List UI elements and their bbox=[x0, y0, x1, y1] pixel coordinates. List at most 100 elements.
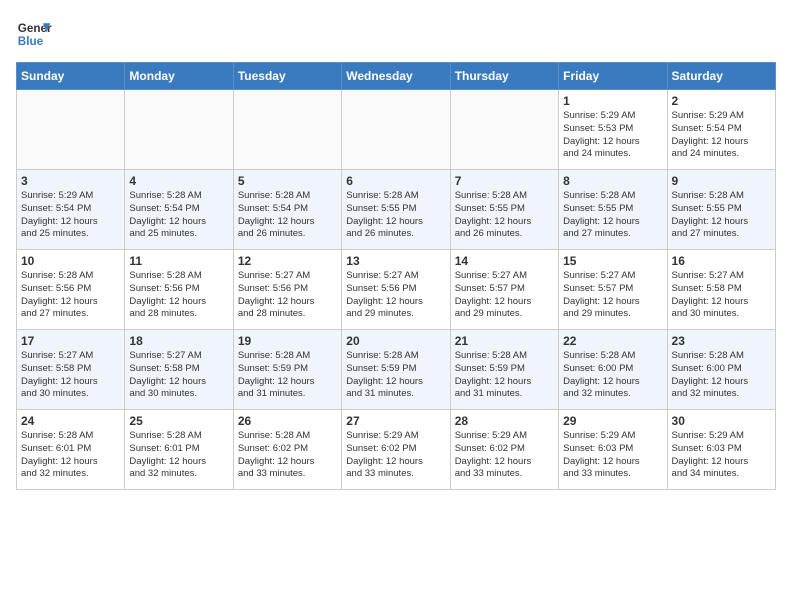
day-info: Sunrise: 5:27 AMSunset: 5:58 PMDaylight:… bbox=[21, 350, 120, 401]
calendar-cell: 19Sunrise: 5:28 AMSunset: 5:59 PMDayligh… bbox=[233, 330, 341, 410]
day-number: 17 bbox=[21, 334, 120, 348]
day-info: Sunrise: 5:28 AMSunset: 5:59 PMDaylight:… bbox=[238, 350, 337, 401]
day-number: 22 bbox=[563, 334, 662, 348]
day-info: Sunrise: 5:29 AMSunset: 5:54 PMDaylight:… bbox=[672, 110, 771, 161]
calendar-cell: 9 Sunrise: 5:28 AMSunset: 5:55 PMDaylight… bbox=[667, 170, 775, 250]
day-number: 18 bbox=[129, 334, 228, 348]
day-info: Sunrise: 5:29 AMSunset: 5:54 PMDaylight:… bbox=[21, 190, 120, 241]
calendar-cell bbox=[17, 90, 125, 170]
weekday-header-tuesday: Tuesday bbox=[233, 63, 341, 90]
day-info: Sunrise: 5:28 AMSunset: 5:59 PMDaylight:… bbox=[455, 350, 554, 401]
day-number: 20 bbox=[346, 334, 445, 348]
calendar-week-5: 24 Sunrise: 5:28 AMSunset: 6:01 PMDayligh… bbox=[17, 410, 776, 490]
calendar-cell: 7 Sunrise: 5:28 AMSunset: 5:55 PMDaylight… bbox=[450, 170, 558, 250]
day-info: Sunrise: 5:28 AMSunset: 5:55 PMDaylight:… bbox=[672, 190, 771, 241]
calendar-cell bbox=[233, 90, 341, 170]
calendar-cell: 11 Sunrise: 5:28 AMSunset: 5:56 PMDayligh… bbox=[125, 250, 233, 330]
day-info: Sunrise: 5:28 AMSunset: 6:02 PMDaylight:… bbox=[238, 430, 337, 481]
calendar-cell: 16 Sunrise: 5:27 AMSunset: 5:58 PMDayligh… bbox=[667, 250, 775, 330]
day-number: 2 bbox=[672, 94, 771, 108]
day-number: 1 bbox=[563, 94, 662, 108]
day-number: 23 bbox=[672, 334, 771, 348]
logo-icon: General Blue bbox=[16, 16, 52, 52]
calendar-cell bbox=[342, 90, 450, 170]
weekday-header-thursday: Thursday bbox=[450, 63, 558, 90]
calendar-cell: 23 Sunrise: 5:28 AMSunset: 6:00 PMDayligh… bbox=[667, 330, 775, 410]
day-info: Sunrise: 5:28 AMSunset: 5:56 PMDaylight:… bbox=[129, 270, 228, 321]
day-info: Sunrise: 5:27 AMSunset: 5:58 PMDaylight:… bbox=[672, 270, 771, 321]
calendar-cell: 14 Sunrise: 5:27 AMSunset: 5:57 PMDayligh… bbox=[450, 250, 558, 330]
day-info: Sunrise: 5:29 AMSunset: 6:03 PMDaylight:… bbox=[672, 430, 771, 481]
day-info: Sunrise: 5:27 AMSunset: 5:57 PMDaylight:… bbox=[563, 270, 662, 321]
calendar-cell: 5 Sunrise: 5:28 AMSunset: 5:54 PMDaylight… bbox=[233, 170, 341, 250]
day-info: Sunrise: 5:28 AMSunset: 5:54 PMDaylight:… bbox=[129, 190, 228, 241]
day-info: Sunrise: 5:28 AMSunset: 5:55 PMDaylight:… bbox=[563, 190, 662, 241]
calendar-cell: 21 Sunrise: 5:28 AMSunset: 5:59 PMDayligh… bbox=[450, 330, 558, 410]
day-info: Sunrise: 5:28 AMSunset: 6:00 PMDaylight:… bbox=[563, 350, 662, 401]
weekday-header-saturday: Saturday bbox=[667, 63, 775, 90]
day-number: 9 bbox=[672, 174, 771, 188]
day-number: 7 bbox=[455, 174, 554, 188]
day-number: 26 bbox=[238, 414, 337, 428]
day-number: 24 bbox=[21, 414, 120, 428]
page: General Blue SundayMondayTuesdayWednesda… bbox=[0, 0, 792, 506]
day-info: Sunrise: 5:28 AMSunset: 5:55 PMDaylight:… bbox=[455, 190, 554, 241]
header: General Blue bbox=[16, 16, 776, 52]
day-info: Sunrise: 5:27 AMSunset: 5:57 PMDaylight:… bbox=[455, 270, 554, 321]
day-number: 5 bbox=[238, 174, 337, 188]
day-number: 6 bbox=[346, 174, 445, 188]
day-info: Sunrise: 5:28 AMSunset: 5:54 PMDaylight:… bbox=[238, 190, 337, 241]
day-info: Sunrise: 5:28 AMSunset: 6:01 PMDaylight:… bbox=[21, 430, 120, 481]
weekday-header-wednesday: Wednesday bbox=[342, 63, 450, 90]
calendar-cell: 12 Sunrise: 5:27 AMSunset: 5:56 PMDayligh… bbox=[233, 250, 341, 330]
day-info: Sunrise: 5:29 AMSunset: 5:53 PMDaylight:… bbox=[563, 110, 662, 161]
calendar-cell bbox=[450, 90, 558, 170]
day-number: 14 bbox=[455, 254, 554, 268]
day-info: Sunrise: 5:27 AMSunset: 5:56 PMDaylight:… bbox=[238, 270, 337, 321]
day-info: Sunrise: 5:28 AMSunset: 6:00 PMDaylight:… bbox=[672, 350, 771, 401]
calendar-cell: 6 Sunrise: 5:28 AMSunset: 5:55 PMDaylight… bbox=[342, 170, 450, 250]
day-info: Sunrise: 5:29 AMSunset: 6:03 PMDaylight:… bbox=[563, 430, 662, 481]
calendar-cell: 27Sunrise: 5:29 AMSunset: 6:02 PMDayligh… bbox=[342, 410, 450, 490]
calendar-cell: 1 Sunrise: 5:29 AMSunset: 5:53 PMDaylight… bbox=[559, 90, 667, 170]
day-info: Sunrise: 5:29 AMSunset: 6:02 PMDaylight:… bbox=[455, 430, 554, 481]
weekday-header-friday: Friday bbox=[559, 63, 667, 90]
calendar-week-1: 1 Sunrise: 5:29 AMSunset: 5:53 PMDaylight… bbox=[17, 90, 776, 170]
day-info: Sunrise: 5:28 AMSunset: 6:01 PMDaylight:… bbox=[129, 430, 228, 481]
day-number: 15 bbox=[563, 254, 662, 268]
day-number: 8 bbox=[563, 174, 662, 188]
weekday-header-monday: Monday bbox=[125, 63, 233, 90]
weekday-header-row: SundayMondayTuesdayWednesdayThursdayFrid… bbox=[17, 63, 776, 90]
day-number: 21 bbox=[455, 334, 554, 348]
day-info: Sunrise: 5:28 AMSunset: 5:56 PMDaylight:… bbox=[21, 270, 120, 321]
day-info: Sunrise: 5:28 AMSunset: 5:55 PMDaylight:… bbox=[346, 190, 445, 241]
day-info: Sunrise: 5:27 AMSunset: 5:56 PMDaylight:… bbox=[346, 270, 445, 321]
day-number: 11 bbox=[129, 254, 228, 268]
logo: General Blue bbox=[16, 16, 52, 52]
day-number: 29 bbox=[563, 414, 662, 428]
day-number: 10 bbox=[21, 254, 120, 268]
calendar-cell: 25 Sunrise: 5:28 AMSunset: 6:01 PMDayligh… bbox=[125, 410, 233, 490]
calendar-cell: 2 Sunrise: 5:29 AMSunset: 5:54 PMDaylight… bbox=[667, 90, 775, 170]
day-number: 25 bbox=[129, 414, 228, 428]
calendar-cell: 13Sunrise: 5:27 AMSunset: 5:56 PMDayligh… bbox=[342, 250, 450, 330]
calendar-week-2: 3Sunrise: 5:29 AMSunset: 5:54 PMDaylight… bbox=[17, 170, 776, 250]
calendar-cell: 28 Sunrise: 5:29 AMSunset: 6:02 PMDayligh… bbox=[450, 410, 558, 490]
calendar-week-4: 17 Sunrise: 5:27 AMSunset: 5:58 PMDayligh… bbox=[17, 330, 776, 410]
calendar-cell: 15 Sunrise: 5:27 AMSunset: 5:57 PMDayligh… bbox=[559, 250, 667, 330]
calendar-table: SundayMondayTuesdayWednesdayThursdayFrid… bbox=[16, 62, 776, 490]
day-number: 12 bbox=[238, 254, 337, 268]
weekday-header-sunday: Sunday bbox=[17, 63, 125, 90]
calendar-cell: 20 Sunrise: 5:28 AMSunset: 5:59 PMDayligh… bbox=[342, 330, 450, 410]
day-number: 28 bbox=[455, 414, 554, 428]
day-info: Sunrise: 5:27 AMSunset: 5:58 PMDaylight:… bbox=[129, 350, 228, 401]
calendar-week-3: 10 Sunrise: 5:28 AMSunset: 5:56 PMDayligh… bbox=[17, 250, 776, 330]
calendar-cell: 24 Sunrise: 5:28 AMSunset: 6:01 PMDayligh… bbox=[17, 410, 125, 490]
day-info: Sunrise: 5:28 AMSunset: 5:59 PMDaylight:… bbox=[346, 350, 445, 401]
calendar-cell: 4 Sunrise: 5:28 AMSunset: 5:54 PMDaylight… bbox=[125, 170, 233, 250]
calendar-cell: 26 Sunrise: 5:28 AMSunset: 6:02 PMDayligh… bbox=[233, 410, 341, 490]
day-number: 4 bbox=[129, 174, 228, 188]
svg-text:Blue: Blue bbox=[18, 35, 44, 48]
calendar-cell: 30Sunrise: 5:29 AMSunset: 6:03 PMDayligh… bbox=[667, 410, 775, 490]
day-number: 16 bbox=[672, 254, 771, 268]
